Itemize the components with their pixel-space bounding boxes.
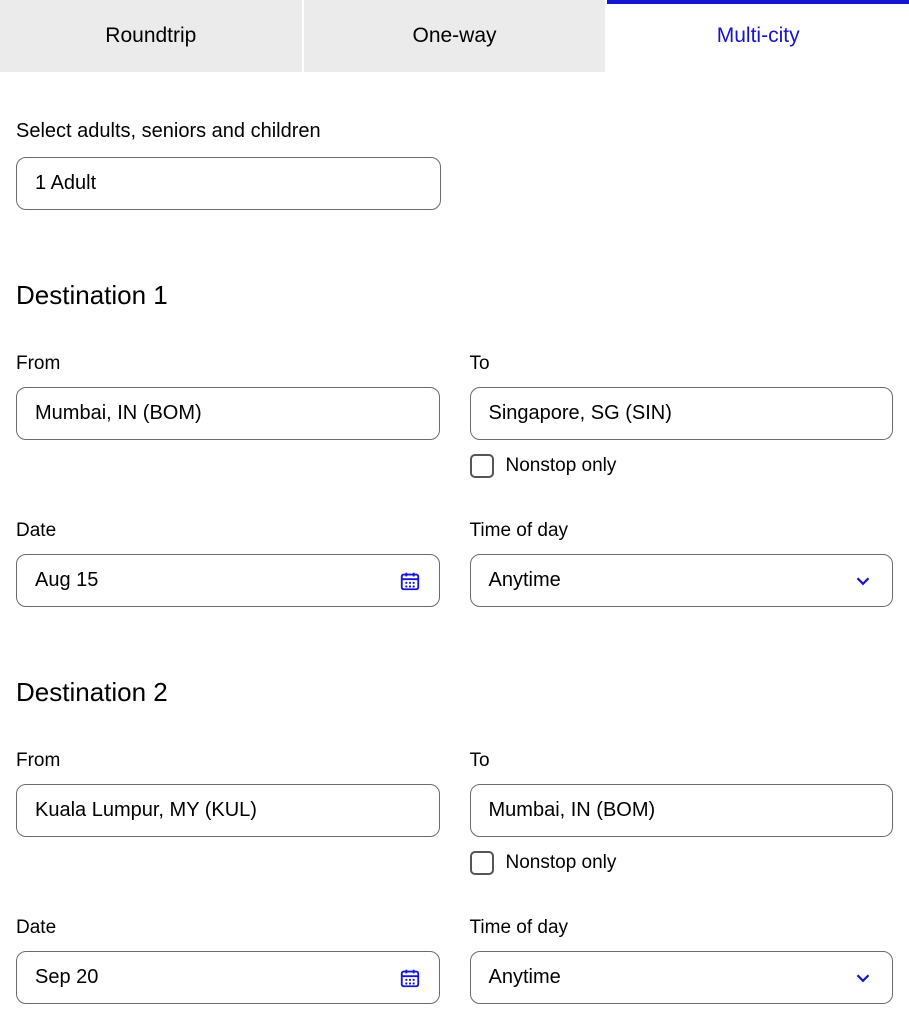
- time-label: Time of day: [470, 520, 894, 542]
- nonstop-label: Nonstop only: [506, 455, 617, 477]
- to-value: Mumbai, IN (BOM): [489, 799, 656, 822]
- to-value: Singapore, SG (SIN): [489, 402, 672, 425]
- date-input-2[interactable]: Sep 20: [16, 951, 440, 1004]
- from-value: Kuala Lumpur, MY (KUL): [35, 799, 257, 822]
- from-label: From: [16, 750, 440, 772]
- date-value: Aug 15: [35, 569, 98, 592]
- calendar-icon: [399, 967, 421, 989]
- destination-1-heading: Destination 1: [16, 280, 893, 311]
- time-select-2[interactable]: Anytime: [470, 951, 894, 1004]
- time-value: Anytime: [489, 966, 561, 989]
- chevron-down-icon: [852, 967, 874, 989]
- date-label: Date: [16, 917, 440, 939]
- tab-multicity[interactable]: Multi-city: [607, 0, 909, 72]
- trip-type-tabs: Roundtrip One-way Multi-city: [0, 0, 909, 72]
- to-input-1[interactable]: Singapore, SG (SIN): [470, 387, 894, 440]
- from-label: From: [16, 353, 440, 375]
- tab-roundtrip[interactable]: Roundtrip: [0, 0, 304, 72]
- destination-2-heading: Destination 2: [16, 677, 893, 708]
- passengers-label: Select adults, seniors and children: [16, 120, 893, 143]
- nonstop-checkbox-1[interactable]: [470, 454, 494, 478]
- date-value: Sep 20: [35, 966, 98, 989]
- passengers-select[interactable]: 1 Adult: [16, 157, 441, 210]
- calendar-icon: [399, 570, 421, 592]
- from-value: Mumbai, IN (BOM): [35, 402, 202, 425]
- to-input-2[interactable]: Mumbai, IN (BOM): [470, 784, 894, 837]
- chevron-down-icon: [852, 570, 874, 592]
- date-label: Date: [16, 520, 440, 542]
- nonstop-label: Nonstop only: [506, 852, 617, 874]
- to-label: To: [470, 750, 894, 772]
- tab-oneway[interactable]: One-way: [304, 0, 608, 72]
- date-input-1[interactable]: Aug 15: [16, 554, 440, 607]
- from-input-2[interactable]: Kuala Lumpur, MY (KUL): [16, 784, 440, 837]
- time-value: Anytime: [489, 569, 561, 592]
- to-label: To: [470, 353, 894, 375]
- time-label: Time of day: [470, 917, 894, 939]
- nonstop-checkbox-2[interactable]: [470, 851, 494, 875]
- time-select-1[interactable]: Anytime: [470, 554, 894, 607]
- from-input-1[interactable]: Mumbai, IN (BOM): [16, 387, 440, 440]
- passengers-value: 1 Adult: [35, 172, 96, 195]
